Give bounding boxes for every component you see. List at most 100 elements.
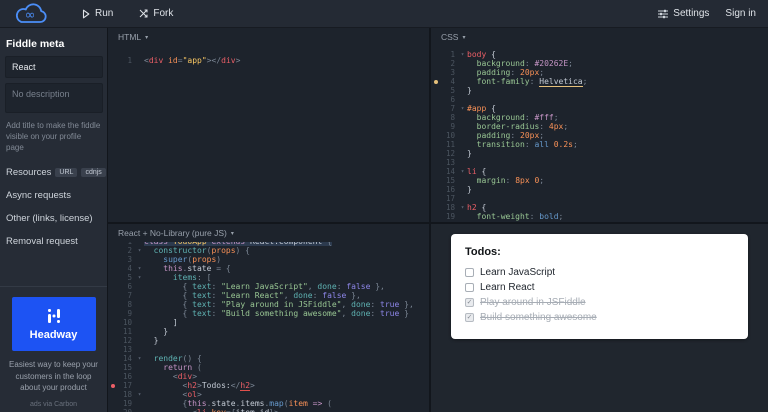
line-number: 20 bbox=[440, 221, 455, 222]
other-links-license-label: Other (links, license) bbox=[6, 213, 93, 224]
line-marker-slot bbox=[108, 390, 117, 399]
todo-list: Learn JavaScriptLearn React✓Play around … bbox=[465, 265, 734, 325]
code-line: 1<div id="app"></div> bbox=[108, 56, 429, 65]
fold-arrow-icon[interactable]: ▾ bbox=[135, 354, 144, 363]
js-code-editor[interactable]: 1class TodoApp extends React.Component {… bbox=[108, 242, 429, 412]
todo-checkbox[interactable] bbox=[465, 268, 474, 277]
sidebar-item-resources[interactable]: Resources URL cdnjs bbox=[0, 161, 107, 184]
html-panel-header[interactable]: HTML ▾ bbox=[108, 28, 429, 46]
ads-via-carbon[interactable]: ads via Carbon bbox=[0, 401, 107, 408]
js-panel-label: React + No-Library (pure JS) bbox=[118, 228, 227, 238]
fold-slot bbox=[135, 336, 144, 345]
jsfiddle-cloud-infinity-icon: ∞ bbox=[12, 2, 48, 26]
fold-slot bbox=[135, 345, 144, 354]
code-line: 8 background: #fff; bbox=[431, 113, 768, 122]
todo-checkbox[interactable]: ✓ bbox=[465, 313, 474, 322]
sidebar-item-removal-request[interactable]: Removal request bbox=[0, 230, 107, 253]
line-number: 15 bbox=[117, 363, 132, 372]
todo-checkbox[interactable]: ✓ bbox=[465, 298, 474, 307]
headway-ad-image[interactable]: Headway bbox=[12, 297, 96, 351]
signin-button[interactable]: Sign in bbox=[725, 8, 756, 19]
code-line: 19 font-weight: bold; bbox=[431, 212, 768, 221]
css-panel-header[interactable]: CSS ▾ bbox=[431, 28, 768, 46]
css-panel: CSS ▾ 1▾body {2 background: #20262E;3 pa… bbox=[431, 28, 768, 222]
fork-button[interactable]: Fork bbox=[139, 8, 173, 19]
sliders-icon bbox=[658, 9, 668, 19]
code-line: 1▾body { bbox=[431, 50, 768, 59]
fork-label: Fork bbox=[153, 8, 173, 19]
run-label: Run bbox=[95, 8, 113, 19]
line-number: 11 bbox=[117, 327, 132, 336]
line-number: 3 bbox=[117, 255, 132, 264]
code-line: 13 bbox=[108, 345, 429, 354]
line-marker-slot bbox=[431, 212, 440, 221]
line-number: 16 bbox=[440, 185, 455, 194]
line-number: 15 bbox=[440, 176, 455, 185]
fold-slot bbox=[458, 176, 467, 185]
line-number: 18 bbox=[440, 203, 455, 212]
css-code-editor[interactable]: 1▾body {2 background: #20262E;3 padding:… bbox=[431, 46, 768, 222]
line-marker-slot bbox=[108, 273, 117, 282]
sidebar-item-other[interactable]: Other (links, license) bbox=[0, 207, 107, 230]
js-panel-header[interactable]: React + No-Library (pure JS) ▾ bbox=[108, 224, 429, 242]
line-marker-slot bbox=[431, 122, 440, 131]
todo-item: ✓Build something awesome bbox=[465, 310, 734, 325]
todo-checkbox[interactable] bbox=[465, 283, 474, 292]
fold-arrow-icon[interactable]: ▾ bbox=[458, 104, 467, 113]
fold-arrow-icon[interactable]: ▾ bbox=[135, 264, 144, 273]
fold-slot bbox=[135, 363, 144, 372]
fold-arrow-icon[interactable]: ▾ bbox=[135, 390, 144, 399]
fold-slot bbox=[458, 95, 467, 104]
line-number: 17 bbox=[117, 381, 132, 390]
fold-arrow-icon[interactable]: ▾ bbox=[135, 273, 144, 282]
fold-arrow-icon[interactable]: ▾ bbox=[458, 50, 467, 59]
line-number: 13 bbox=[117, 345, 132, 354]
line-marker-slot bbox=[431, 131, 440, 140]
code-line: 6 bbox=[431, 95, 768, 104]
line-marker-icon bbox=[108, 381, 117, 390]
line-marker-slot bbox=[108, 318, 117, 327]
settings-button[interactable]: Settings bbox=[658, 8, 709, 19]
fold-slot bbox=[458, 131, 467, 140]
fold-arrow-icon[interactable]: ▾ bbox=[135, 246, 144, 255]
ad-tagline[interactable]: Easiest way to keep your customers in th… bbox=[0, 351, 107, 393]
line-number: 6 bbox=[117, 282, 132, 291]
line-marker-slot bbox=[431, 149, 440, 158]
code-line: 20 <li key={item.id}> bbox=[108, 408, 429, 412]
line-marker-slot bbox=[431, 203, 440, 212]
line-number: 6 bbox=[440, 95, 455, 104]
code-line: 18▾h2 { bbox=[431, 203, 768, 212]
line-number: 14 bbox=[117, 354, 132, 363]
jsfiddle-logo[interactable]: ∞ bbox=[12, 2, 48, 26]
fold-slot bbox=[135, 56, 144, 65]
sidebar-item-async-requests[interactable]: Async requests bbox=[0, 184, 107, 207]
code-line: 9 { text: "Build something awesome", don… bbox=[108, 309, 429, 318]
code-line: 10 padding: 20px; bbox=[431, 131, 768, 140]
fold-slot bbox=[135, 309, 144, 318]
run-button[interactable]: Run bbox=[82, 8, 113, 19]
resources-label: Resources bbox=[6, 167, 51, 178]
line-marker-slot bbox=[431, 140, 440, 149]
fold-slot bbox=[135, 291, 144, 300]
cdnjs-badge[interactable]: cdnjs bbox=[81, 168, 105, 177]
sidebar: Fiddle meta Add title to make the fiddle… bbox=[0, 28, 108, 412]
code-line: 18▾ <ol> bbox=[108, 390, 429, 399]
html-panel-label: HTML bbox=[118, 32, 141, 42]
line-marker-slot bbox=[108, 408, 117, 412]
code-line: 2 background: #20262E; bbox=[431, 59, 768, 68]
fold-arrow-icon[interactable]: ▾ bbox=[458, 167, 467, 176]
line-marker-slot bbox=[108, 345, 117, 354]
fiddle-title-input[interactable] bbox=[5, 56, 103, 78]
url-badge[interactable]: URL bbox=[55, 168, 77, 177]
line-marker-icon bbox=[431, 77, 440, 86]
line-number: 1 bbox=[440, 50, 455, 59]
html-panel: HTML ▾ 1<div id="app"></div> bbox=[108, 28, 429, 222]
fold-arrow-icon[interactable]: ▾ bbox=[458, 203, 467, 212]
line-number: 8 bbox=[440, 113, 455, 122]
html-code-editor[interactable]: 1<div id="app"></div> bbox=[108, 46, 429, 222]
fold-slot bbox=[458, 86, 467, 95]
line-marker-slot bbox=[108, 282, 117, 291]
line-number: 4 bbox=[117, 264, 132, 273]
fiddle-description-input[interactable] bbox=[5, 83, 103, 113]
line-number: 19 bbox=[117, 399, 132, 408]
